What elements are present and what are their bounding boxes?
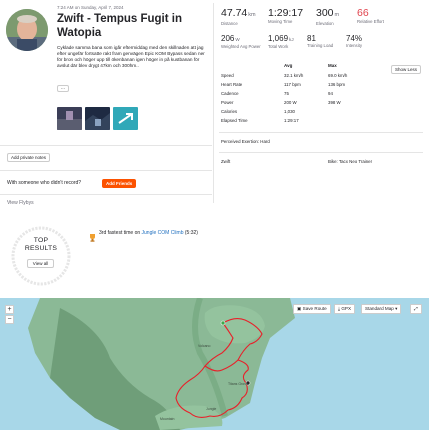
stat-unit: W xyxy=(235,37,240,42)
fullscreen-button[interactable]: ⤢ xyxy=(410,304,422,314)
stat-unit: m xyxy=(334,12,340,18)
table-cell: 398 W xyxy=(328,100,341,105)
map-place-label: Jungle xyxy=(206,407,216,411)
stat-weighted-power: 206W Weighted Avg Power xyxy=(221,34,261,49)
no-record-prompt: With someone who didn't record? xyxy=(7,180,82,186)
stat-value: 81 xyxy=(307,34,316,43)
table-cell: 200 W xyxy=(284,100,297,105)
stat-elevation: 300m Elevation xyxy=(316,7,340,27)
table-cell: 75 xyxy=(284,91,289,96)
perceived-exertion: Perceived Exertion: Hard xyxy=(221,139,270,144)
stat-value: 300 xyxy=(316,7,334,19)
stat-unit: kJ xyxy=(289,37,294,42)
add-friends-button[interactable]: Add Friends xyxy=(102,179,137,188)
stat-label: Distance xyxy=(221,21,238,26)
show-less-button[interactable]: Show Less xyxy=(391,65,422,74)
stat-label: Elevation xyxy=(316,21,334,26)
table-row: Speed xyxy=(221,73,234,78)
stat-label: Relative Effort xyxy=(357,19,384,24)
stat-label: Total Work xyxy=(268,44,289,49)
trophy-icon xyxy=(89,229,96,247)
photo-thumbnail[interactable] xyxy=(113,107,138,130)
view-all-button[interactable]: View all xyxy=(27,259,54,268)
photo-thumbnail[interactable] xyxy=(85,107,110,130)
bike-name: Bike: Tacx Neo Trainer xyxy=(328,159,373,164)
stat-training-load: 81 Training Load xyxy=(307,34,333,48)
map-type-select[interactable]: Standard Map ▾ xyxy=(361,304,402,314)
stat-total-work: 1,069kJ Total Work xyxy=(268,34,294,49)
map-place-label: Titans Grove xyxy=(228,382,248,386)
stat-value: 74% xyxy=(346,34,363,43)
stat-value: 66 xyxy=(357,7,369,19)
stat-value: 206 xyxy=(221,34,235,43)
route-map[interactable]: Volcano Titans Grove Mountain Jungle xyxy=(0,298,429,430)
save-route-button[interactable]: ▣ Save Route xyxy=(293,304,331,314)
more-button[interactable]: ... xyxy=(57,85,69,92)
col-header-avg: Avg xyxy=(284,63,293,68)
table-cell: 1:29:17 xyxy=(284,118,299,123)
activity-datetime: 7:24 AM on Sunday, April 7, 2024 xyxy=(57,5,124,10)
stat-unit: km xyxy=(248,12,256,18)
stat-label: Weighted Avg Power xyxy=(221,44,261,49)
stat-relative-effort[interactable]: 66 Relative Effort xyxy=(357,7,384,25)
table-row: Heart Rate xyxy=(221,82,243,87)
table-row: Cadence xyxy=(221,91,239,96)
table-cell: 32.1 km/h xyxy=(284,73,304,78)
table-cell: 69.0 km/h xyxy=(328,73,348,78)
table-row: Calories xyxy=(221,109,238,114)
segment-link[interactable]: Jungle COM Climb xyxy=(142,230,184,236)
fullscreen-icon: ⤢ xyxy=(414,306,418,311)
view-flybys-link[interactable]: View Flybys xyxy=(7,200,34,206)
avatar[interactable] xyxy=(6,9,48,51)
stat-label: Training Load xyxy=(307,43,334,48)
table-cell: 117 bpm xyxy=(284,82,301,87)
stat-value: 1,069 xyxy=(268,34,289,43)
table-cell: 94 xyxy=(328,91,333,96)
table-row: Power xyxy=(221,100,234,105)
chevron-down-icon: ▾ xyxy=(393,306,398,311)
table-row: Elapsed Time xyxy=(221,118,248,123)
map-place-label: Volcano xyxy=(198,344,211,348)
stat-label: Intensity xyxy=(346,43,363,48)
stat-distance: 47.74km Distance xyxy=(221,7,256,27)
stat-intensity: 74% Intensity xyxy=(346,34,362,48)
stat-moving-time: 1:29:17 Moving Time xyxy=(268,7,304,25)
zoom-in-button[interactable]: + xyxy=(5,305,14,314)
activity-description: Cyklade samma bana som igår eftermiddag … xyxy=(57,45,205,68)
map-place-label: Mountain xyxy=(160,417,174,421)
table-cell: 1,030 xyxy=(284,109,295,114)
zoom-out-button[interactable]: − xyxy=(5,315,14,324)
stat-label: Moving Time xyxy=(268,19,293,24)
photo-thumbnail[interactable] xyxy=(57,107,82,130)
device-name: Zwift xyxy=(221,159,231,164)
add-private-notes-button[interactable]: Add private notes xyxy=(7,153,51,162)
activity-title[interactable]: Zwift - Tempus Fugit in Watopia xyxy=(57,12,207,40)
stat-value: 1:29:17 xyxy=(268,7,304,19)
table-cell: 136 bpm xyxy=(328,82,346,87)
top-results-badge xyxy=(11,226,71,286)
stat-value: 47.74 xyxy=(221,7,248,19)
gpx-button[interactable]: ⤓ GPX xyxy=(334,304,356,314)
achievement-text: 3rd fastest time on Jungle COM Climb (5:… xyxy=(99,230,198,236)
col-header-max: Max xyxy=(328,63,337,68)
top-results-title: TOP RESULTS xyxy=(24,237,58,252)
